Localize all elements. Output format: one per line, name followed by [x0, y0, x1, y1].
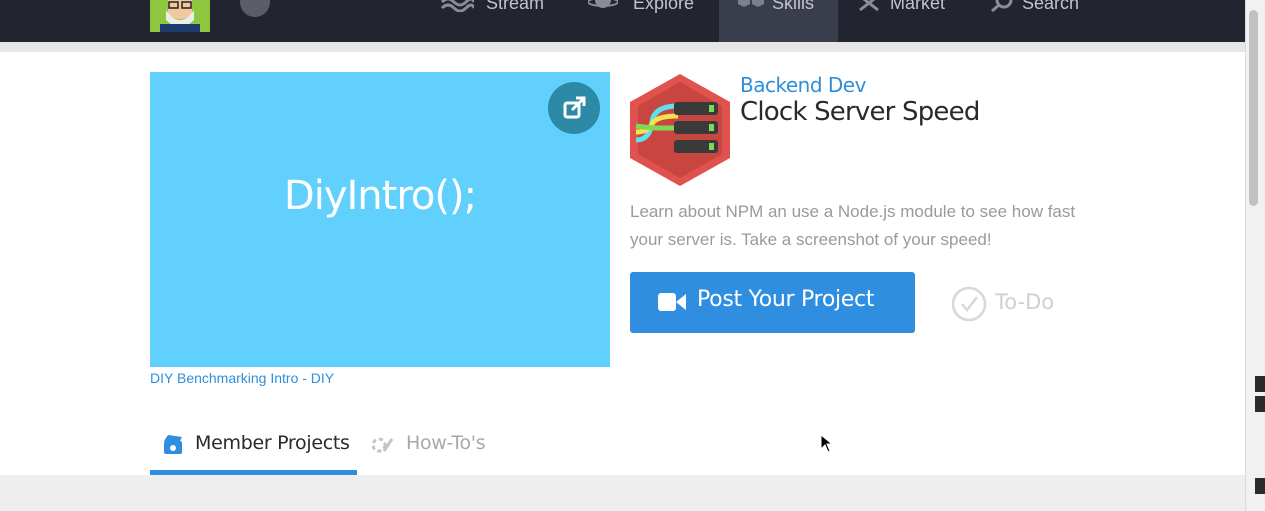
tab-how-tos[interactable]: How-To's	[370, 424, 500, 472]
nav-item-stream[interactable]: Stream	[440, 0, 560, 42]
video-caption-link[interactable]: DIY Benchmarking Intro - DIY	[150, 370, 334, 386]
nav-item-explore[interactable]: Explore	[588, 0, 708, 42]
post-project-button[interactable]: Post Your Project	[630, 272, 915, 333]
magnifier-icon	[991, 0, 1013, 12]
tab-label: Member Projects	[195, 432, 350, 454]
nav-label-skills: Skills	[772, 0, 815, 13]
notifications-icon[interactable]	[240, 0, 270, 17]
video-camera-icon	[658, 293, 686, 311]
nav-item-skills[interactable]: Skills	[719, 0, 838, 42]
nav-label-explore: Explore	[633, 0, 695, 13]
user-avatar[interactable]	[150, 0, 210, 32]
brush-icon	[372, 437, 394, 453]
post-project-label: Post Your Project	[697, 287, 875, 312]
scrollbar-thumb[interactable]	[1249, 10, 1258, 206]
mouse-cursor-icon	[820, 434, 834, 453]
skill-description: Learn about NPM an use a Node.js module …	[630, 202, 1076, 249]
checkmark-circle-icon	[951, 286, 987, 322]
video-title: DiyIntro();	[283, 173, 477, 219]
tab-member-projects[interactable]: Member Projects	[160, 424, 350, 472]
external-link-icon	[563, 96, 586, 119]
skill-title: Clock Server Speed	[740, 97, 980, 127]
side-artifact	[1255, 396, 1265, 412]
top-nav-bar: Stream Explore Skills Market Search	[0, 0, 1245, 42]
tools-icon	[859, 0, 879, 12]
nav-divider	[0, 42, 1245, 52]
planet-icon	[588, 0, 618, 8]
side-artifact	[1255, 478, 1265, 494]
content-area	[0, 475, 1245, 511]
gallery-icon	[164, 435, 182, 454]
stream-icon	[440, 0, 474, 12]
todo-label: To-Do	[995, 290, 1055, 314]
server-badge-icon	[630, 74, 730, 186]
side-artifact	[1255, 376, 1265, 392]
nav-item-search[interactable]: Search	[990, 0, 1100, 42]
nav-label-search: Search	[1022, 0, 1080, 13]
tab-label: How-To's	[406, 432, 486, 454]
nav-label-stream: Stream	[486, 0, 545, 13]
skill-category-link[interactable]: Backend Dev	[740, 73, 866, 97]
nav-label-market: Market	[890, 0, 946, 13]
video-preview[interactable]: DiyIntro();	[150, 72, 610, 367]
nav-item-market[interactable]: Market	[858, 0, 968, 42]
open-external-button[interactable]	[548, 82, 600, 134]
hexagons-icon	[738, 0, 764, 7]
